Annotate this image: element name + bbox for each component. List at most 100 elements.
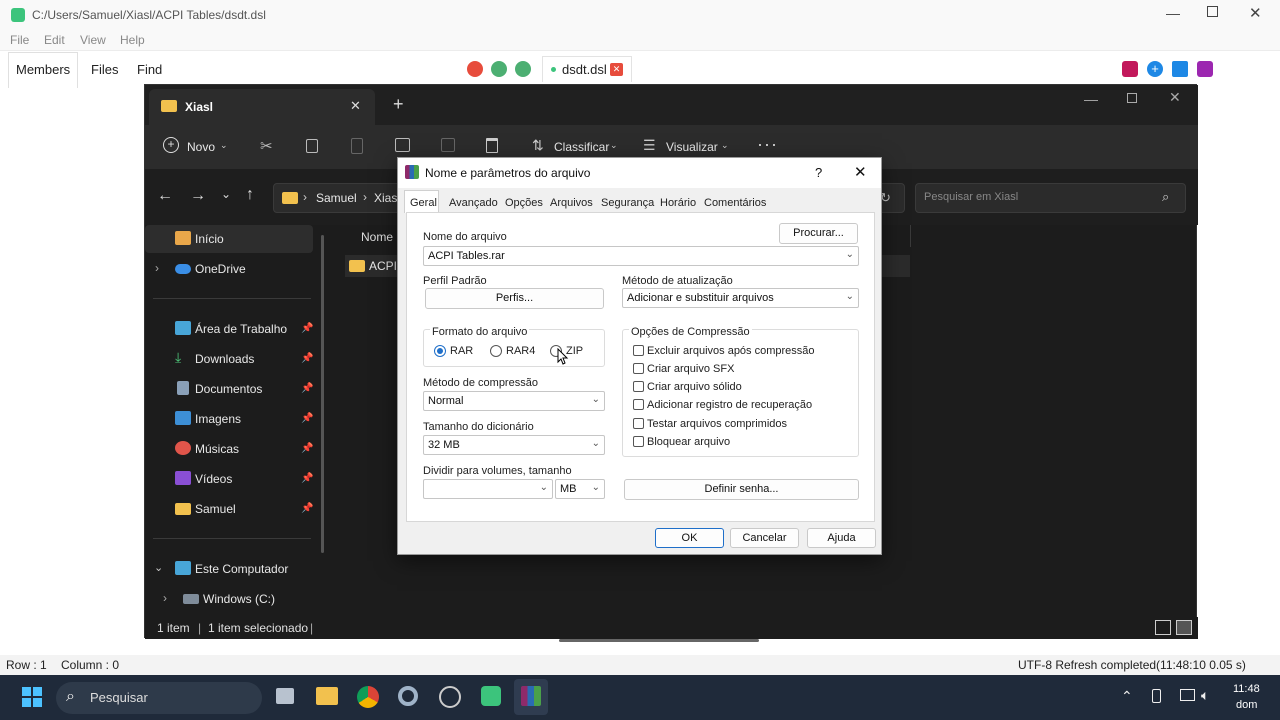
cancel-button[interactable]: Cancelar [730, 528, 799, 548]
up-arrow-icon[interactable]: ↑ [246, 186, 254, 204]
start-windows-icon[interactable] [22, 687, 42, 707]
copy-icon[interactable] [306, 139, 318, 153]
close-icon[interactable]: ✕ [854, 163, 867, 181]
nav-item-documents[interactable]: Documentos 📌 [145, 375, 313, 403]
bookmark-list-icon[interactable] [1122, 61, 1138, 77]
close-icon[interactable]: ✕ [1169, 89, 1181, 106]
back-button[interactable] [491, 61, 507, 77]
cut-icon[interactable]: ✂ [260, 137, 273, 155]
nav-item-images[interactable]: Imagens 📌 [145, 405, 313, 433]
volume-icon[interactable]: 🔈︎ [1201, 687, 1209, 704]
explorer-search-input[interactable]: Pesquisar em Xiasl ⌕ [915, 183, 1186, 213]
details-view-icon[interactable] [1155, 620, 1171, 635]
nav-item-music[interactable]: Músicas 📌 [145, 435, 313, 463]
doc-tab[interactable]: dsdt.dsl ✕ [542, 56, 632, 82]
tiles-view-icon[interactable] [1176, 620, 1192, 635]
split-unit-select[interactable]: MB ⌄ [555, 479, 605, 499]
option-checkbox-recovery[interactable] [633, 399, 644, 410]
share-icon[interactable] [441, 138, 455, 152]
new-button[interactable]: Novo [187, 140, 215, 154]
tab-find[interactable]: Find [137, 62, 162, 77]
tab-avancado[interactable]: Avançado [449, 197, 498, 209]
nav-item-desktop[interactable]: Área de Trabalho 📌 [145, 315, 313, 343]
help-button[interactable]: Ajuda [807, 528, 876, 548]
file-explorer-icon[interactable] [316, 687, 338, 705]
paste-icon[interactable] [351, 138, 363, 154]
xiasl-icon[interactable] [481, 686, 501, 706]
taskbar-search[interactable]: ⌕ Pesquisar [56, 682, 262, 714]
usb-icon[interactable] [1152, 689, 1161, 703]
nav-item-downloads[interactable]: ⤓ Downloads 📌 [145, 345, 313, 373]
minimize-icon[interactable]: — [1084, 91, 1098, 107]
compression-method-select[interactable]: Normal ⌄ [423, 391, 605, 411]
forward-arrow-icon[interactable]: → [190, 187, 206, 205]
recent-chevron-icon[interactable]: ⌄ [221, 187, 231, 201]
option-checkbox-sfx[interactable] [633, 363, 644, 374]
tab-horario[interactable]: Horário [660, 197, 696, 209]
option-checkbox-delete[interactable] [633, 345, 644, 356]
split-size-input[interactable]: ⌄ [423, 479, 553, 499]
menu-file[interactable]: File [10, 33, 29, 47]
radio-rar4[interactable] [490, 345, 502, 357]
nav-item-windows-c[interactable]: › Windows (C:) [145, 585, 313, 613]
menu-help[interactable]: Help [120, 33, 145, 47]
set-password-button[interactable]: Definir senha... [624, 479, 859, 500]
profiles-button[interactable]: Perfis... [425, 288, 604, 309]
menu-view[interactable]: View [80, 33, 106, 47]
ok-button[interactable]: OK [655, 528, 724, 548]
option-checkbox-solid[interactable] [633, 381, 644, 392]
tab-arquivos[interactable]: Arquivos [550, 197, 593, 209]
dictionary-select[interactable]: 32 MB ⌄ [423, 435, 605, 455]
nav-item-this-pc[interactable]: ⌄ Este Computador [145, 555, 313, 583]
rename-icon[interactable] [395, 138, 410, 152]
delete-icon[interactable] [486, 138, 498, 153]
tab-members[interactable]: Members [16, 62, 70, 77]
tray-chevron-up-icon[interactable]: ⌃ [1121, 688, 1133, 705]
maximize-icon[interactable] [1207, 6, 1218, 17]
tab-files[interactable]: Files [91, 62, 118, 77]
clock-day[interactable]: dom [1236, 699, 1257, 711]
back-arrow-icon[interactable]: ← [157, 187, 173, 205]
explorer-tab[interactable]: Xiasl ✕ [149, 89, 375, 125]
nav-item-samuel[interactable]: Samuel 📌 [145, 495, 313, 523]
option-checkbox-test[interactable] [633, 418, 644, 429]
winrar-active-tab[interactable] [514, 679, 548, 715]
clock-time[interactable]: 11:48 [1233, 683, 1260, 695]
option-checkbox-lock[interactable] [633, 436, 644, 447]
minimize-icon[interactable]: — [1166, 5, 1180, 21]
menu-edit[interactable]: Edit [44, 33, 65, 47]
update-method-select[interactable]: Adicionar e substituir arquivos ⌄ [622, 288, 859, 308]
tab-seguranca[interactable]: Segurança [601, 197, 654, 209]
radio-rar[interactable] [434, 345, 446, 357]
add-icon[interactable]: + [1147, 61, 1163, 77]
view-button[interactable]: Visualizar [666, 140, 718, 154]
run-button[interactable] [467, 61, 483, 77]
archive-name-input[interactable]: ACPI Tables.rar ⌄ [423, 246, 859, 266]
chrome-icon[interactable] [357, 686, 379, 708]
close-icon[interactable]: ✕ [1249, 4, 1262, 22]
new-tab-icon[interactable]: + [393, 94, 404, 115]
tab-geral[interactable]: Geral [410, 197, 437, 209]
tab-close-icon[interactable]: ✕ [610, 63, 623, 76]
app-icon[interactable] [439, 686, 461, 708]
network-icon[interactable] [1180, 689, 1195, 701]
sort-button[interactable]: Classificar [554, 140, 609, 154]
close-tab-icon[interactable]: ✕ [350, 98, 361, 114]
nav-item-onedrive[interactable]: › OneDrive [145, 255, 313, 283]
more-icon[interactable]: ··· [757, 134, 778, 155]
browse-button[interactable]: Procurar... [779, 223, 858, 244]
column-header-name[interactable]: Nome [361, 230, 393, 244]
nav-scrollbar[interactable] [321, 235, 324, 553]
forward-button[interactable] [515, 61, 531, 77]
task-view-icon[interactable] [276, 688, 294, 704]
save-icon[interactable] [1172, 61, 1188, 77]
breadcrumb-samuel[interactable]: Samuel [316, 191, 357, 205]
settings-gear-icon[interactable] [398, 686, 418, 706]
nav-item-inicio[interactable]: Início [145, 225, 313, 253]
nav-item-videos[interactable]: Vídeos 📌 [145, 465, 313, 493]
maximize-icon[interactable] [1127, 93, 1137, 103]
bookmark-icon[interactable] [1197, 61, 1213, 77]
help-icon[interactable]: ? [815, 165, 822, 180]
tab-opcoes[interactable]: Opções [505, 197, 543, 209]
horizontal-scrollbar[interactable] [559, 639, 759, 642]
